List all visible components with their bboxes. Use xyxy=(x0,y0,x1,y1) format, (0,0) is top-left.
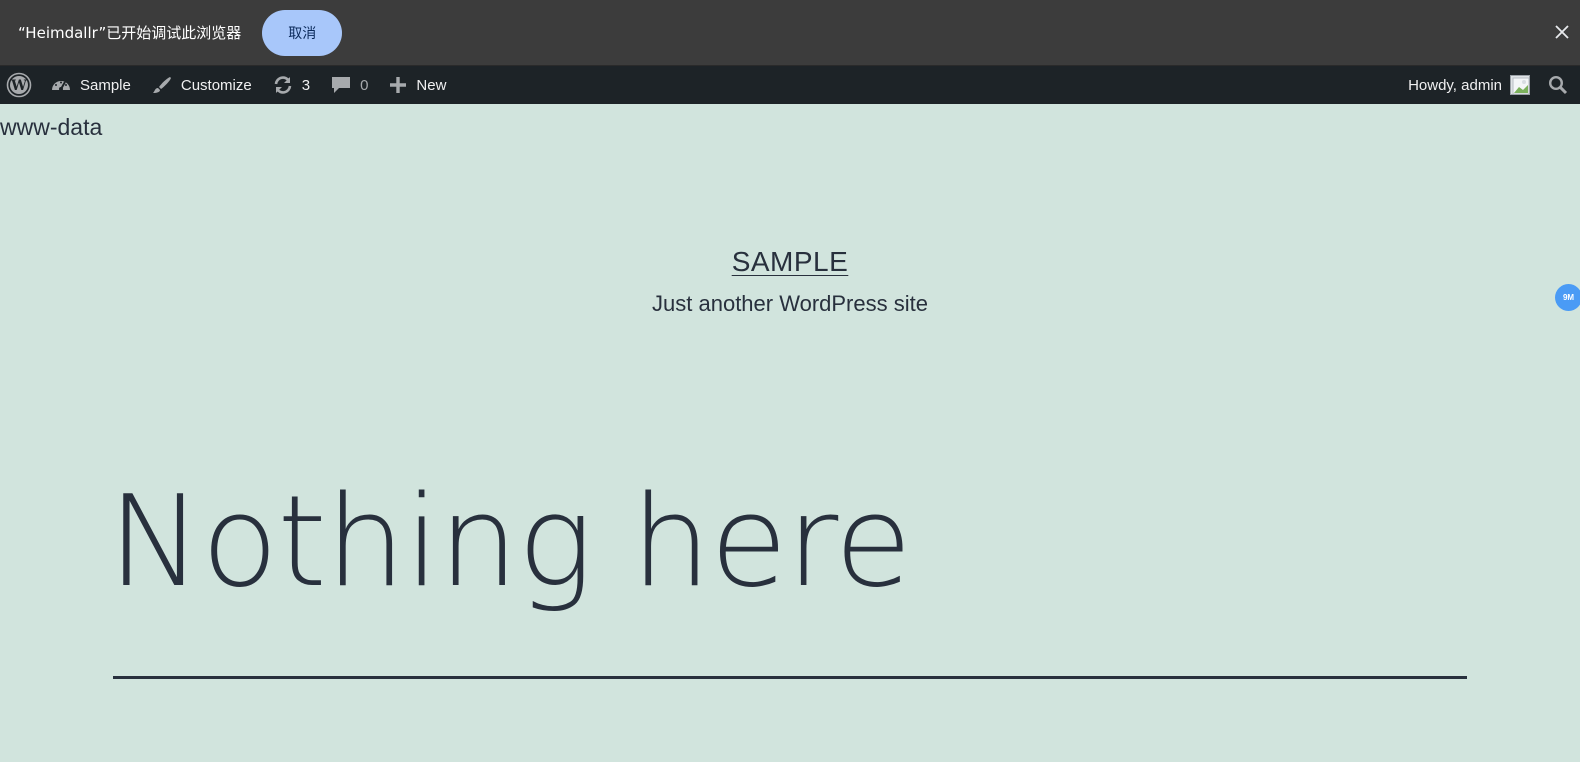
wp-admin-bar: W Sample Customize 3 0 New Howdy, admin xyxy=(0,66,1580,104)
plus-icon xyxy=(388,75,408,95)
search-icon xyxy=(1548,75,1568,95)
avatar xyxy=(1510,75,1530,95)
svg-text:W: W xyxy=(10,78,27,94)
brush-icon xyxy=(151,75,173,95)
infobar-message: “Heimdallr”已开始调试此浏览器 xyxy=(18,24,242,42)
customize-menu[interactable]: Customize xyxy=(141,66,262,104)
new-label: New xyxy=(416,76,447,94)
updates-count: 3 xyxy=(301,76,311,94)
server-user-text: www-data xyxy=(0,114,103,140)
wordpress-logo-icon: W xyxy=(6,72,32,98)
comments-count: 0 xyxy=(360,76,369,94)
page-title: Nothing here xyxy=(108,468,912,615)
site-name-label: Sample xyxy=(80,76,131,94)
floating-badge[interactable]: 9M xyxy=(1555,284,1580,311)
comments-menu[interactable]: 0 xyxy=(320,66,378,104)
howdy-label: Howdy, admin xyxy=(1408,76,1502,94)
debug-infobar: “Heimdallr”已开始调试此浏览器 取消 xyxy=(0,0,1580,66)
search-button[interactable] xyxy=(1540,66,1580,104)
wordpress-logo-button[interactable]: W xyxy=(0,66,40,104)
customize-label: Customize xyxy=(180,76,252,94)
site-title: SAMPLE xyxy=(0,246,1580,278)
site-description: Just another WordPress site xyxy=(652,291,928,316)
my-account-menu[interactable]: Howdy, admin xyxy=(1398,66,1540,104)
comment-icon xyxy=(330,75,352,95)
new-content-menu[interactable]: New xyxy=(378,66,456,104)
divider xyxy=(113,676,1467,679)
site-title-link[interactable]: SAMPLE xyxy=(732,246,849,277)
cancel-debug-button[interactable]: 取消 xyxy=(262,9,343,56)
site-name-menu[interactable]: Sample xyxy=(40,66,141,104)
close-icon[interactable] xyxy=(1550,20,1574,44)
updates-icon xyxy=(272,75,294,95)
updates-menu[interactable]: 3 xyxy=(262,66,320,104)
dashboard-icon xyxy=(50,75,72,95)
